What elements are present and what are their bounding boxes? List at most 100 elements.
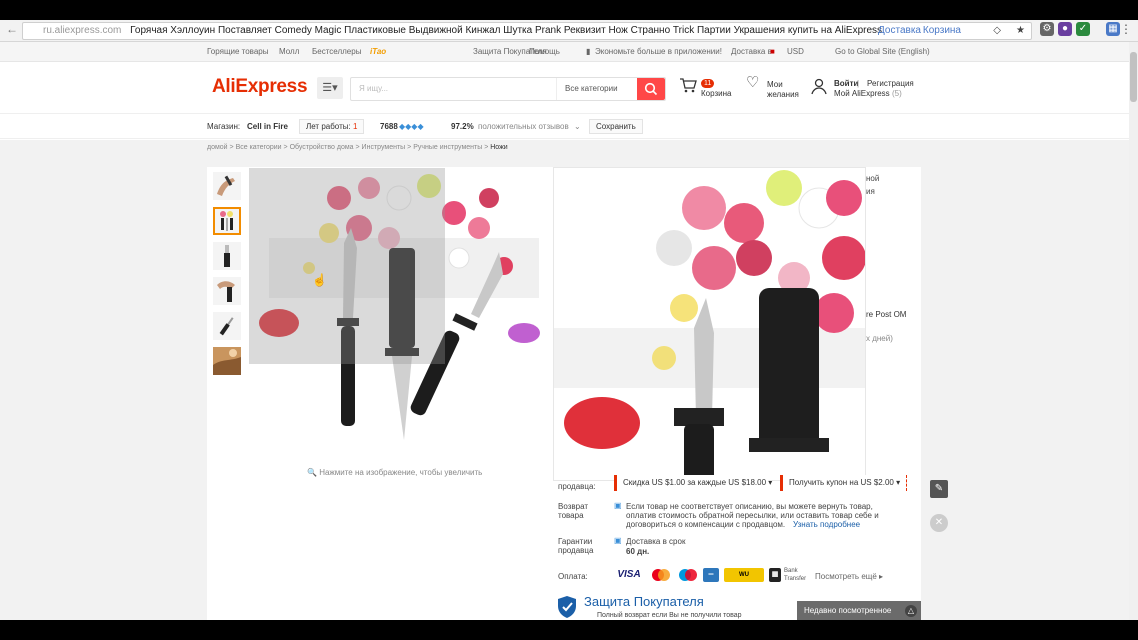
- coupon-1[interactable]: Скидка US $1.00 за каждые US $18.00 ▾: [614, 475, 773, 491]
- letterbox-top: [0, 0, 1138, 20]
- breadcrumb-home-decor[interactable]: Обустройство дома: [290, 144, 354, 151]
- payment-label: Оплата:: [558, 572, 588, 581]
- breadcrumb-all[interactable]: Все категории: [236, 144, 282, 151]
- address-bar[interactable]: ru.aliexpress.com Горячая Хэллоуин Поста…: [22, 22, 1032, 40]
- categories-menu-icon[interactable]: ☰▾: [317, 77, 343, 99]
- page-scrollbar[interactable]: [1129, 42, 1138, 620]
- guarantee-text: Доставка в срок: [626, 537, 686, 546]
- store-label: Магазин:: [207, 122, 241, 131]
- return-label-1: Возврат: [558, 502, 588, 511]
- extension-icon-3[interactable]: ▦: [1106, 22, 1120, 36]
- delivery-days-fragment: х дней): [866, 334, 893, 343]
- product-thumbnail-3[interactable]: [213, 242, 241, 270]
- shipping-method-fragment[interactable]: re Post OM: [866, 310, 906, 319]
- delivery-link[interactable]: Доставка: [878, 23, 921, 39]
- bookmark-star-icon[interactable]: ★: [1016, 23, 1025, 39]
- search-button[interactable]: [637, 78, 665, 100]
- delivery-guarantee-icon: ▣: [614, 536, 622, 545]
- user-icon: [810, 77, 828, 98]
- recently-viewed-button[interactable]: Недавно посмотренное △: [797, 601, 921, 621]
- guarantee-label-1: Гарантии: [558, 537, 593, 546]
- zoom-hint: 🔍 Нажмите на изображение, чтобы увеличит…: [307, 468, 483, 477]
- help-menu[interactable]: Помощь: [529, 47, 560, 56]
- bank-transfer-label-1: Bank: [784, 568, 798, 574]
- product-thumbnail-2-active[interactable]: [213, 207, 241, 235]
- letterbox-bottom: [0, 620, 1138, 640]
- breadcrumb-tools[interactable]: Инструменты: [362, 144, 406, 151]
- extension-icon-2[interactable]: ●: [1058, 22, 1072, 36]
- return-icon: ▣: [614, 501, 622, 510]
- bestsellers-link[interactable]: Бестселлеры: [312, 47, 361, 56]
- address-url[interactable]: ru.aliexpress.com: [23, 25, 121, 36]
- aliexpress-logo[interactable]: AliExpress: [212, 76, 308, 98]
- close-icon[interactable]: ✕: [930, 514, 948, 532]
- product-thumbnail-4[interactable]: [213, 277, 241, 305]
- coupon-2[interactable]: Получить купон на US $2.00 ▾: [780, 475, 908, 491]
- western-union-icon: WU: [724, 568, 764, 582]
- app-promo-link[interactable]: Экономьте больше в приложении!: [595, 47, 722, 56]
- itao-logo[interactable]: iTao: [370, 47, 386, 56]
- breadcrumb-home[interactable]: домой: [207, 144, 228, 151]
- category-select[interactable]: Все категории: [556, 78, 638, 100]
- browser-toolbar: ← ru.aliexpress.com Горячая Хэллоуин Пос…: [0, 20, 1138, 42]
- site-header: AliExpress ☰▾ Я ищу... Все категории 11 …: [0, 63, 1138, 113]
- edit-icon[interactable]: ✎: [930, 480, 948, 498]
- key-icon[interactable]: ◇: [993, 23, 1001, 39]
- my-aliexpress-link[interactable]: Мой AliExpress: [834, 89, 890, 99]
- product-thumbnail-5[interactable]: [213, 312, 241, 340]
- positive-feedback-link[interactable]: положительных отзывов: [478, 122, 569, 131]
- back-icon[interactable]: ←: [6, 22, 18, 36]
- mall-link[interactable]: Молл: [279, 47, 299, 56]
- zoom-lens: [249, 168, 445, 364]
- search-input[interactable]: Я ищу...: [359, 84, 388, 93]
- cart-label[interactable]: Корзина: [701, 89, 731, 99]
- login-link[interactable]: Войти: [834, 79, 858, 89]
- coupon-label: продавца:: [558, 482, 596, 491]
- return-text-3: договориться о компенсации с продавцом.: [626, 520, 786, 529]
- amex-icon: ═: [703, 568, 719, 582]
- hot-deals-link[interactable]: Горящие товары: [207, 47, 269, 56]
- visa-icon: VISA: [617, 569, 641, 580]
- ship-to-selector[interactable]: Доставка в: [731, 47, 772, 56]
- cart-link[interactable]: Корзина: [923, 23, 961, 39]
- store-name-link[interactable]: Cell in Fire: [247, 122, 288, 131]
- save-store-button[interactable]: Сохранить: [589, 119, 643, 134]
- wishlist-label-2[interactable]: желания: [767, 90, 799, 100]
- store-bar: Магазин: Cell in Fire Лет работы: 1 7688…: [0, 113, 1138, 139]
- global-site-link[interactable]: Go to Global Site (English): [835, 47, 930, 56]
- chevron-down-icon[interactable]: ⌄: [574, 122, 581, 131]
- shield-extension-icon[interactable]: ✓: [1076, 22, 1090, 36]
- wishlist-label-1[interactable]: Мои: [767, 80, 783, 90]
- heart-icon[interactable]: ♡: [746, 75, 759, 90]
- currency-selector[interactable]: USD: [787, 47, 804, 56]
- breadcrumb-hand-tools[interactable]: Ручные инструменты: [413, 144, 482, 151]
- site-topbar: Горящие товары Молл Бестселлеры iTao Защ…: [0, 42, 1138, 62]
- product-thumbnail-1[interactable]: [213, 172, 241, 200]
- guarantee-days: 60 дн.: [626, 547, 650, 556]
- page-title-text: Горячая Хэллоуин Поставляет Comedy Magic…: [130, 25, 883, 36]
- russia-flag-icon: ■: [770, 47, 775, 56]
- bank-transfer-label-2: Transfer: [784, 576, 807, 582]
- extension-icon-1[interactable]: ⚙: [1040, 22, 1054, 36]
- mouse-cursor-icon: ☝: [312, 273, 327, 287]
- register-link[interactable]: Регистрация: [867, 79, 914, 89]
- main-product-image[interactable]: [249, 168, 545, 468]
- search-bar: Я ищу... Все категории: [350, 77, 666, 101]
- buyer-protection-subtitle: Полный возврат если Вы не получили товар: [597, 612, 742, 619]
- maestro-icon: [677, 568, 699, 582]
- history-icon: △: [905, 605, 917, 617]
- cart-button[interactable]: [679, 76, 697, 97]
- thumbnail-list: [213, 172, 243, 382]
- more-payment-link[interactable]: Посмотреть ещё ▸: [815, 572, 883, 581]
- learn-more-link[interactable]: Узнать подробнее: [793, 520, 860, 529]
- scrollbar-thumb[interactable]: [1130, 52, 1137, 102]
- browser-menu-icon[interactable]: ⋮: [1120, 22, 1132, 36]
- return-label-2: товара: [558, 511, 584, 520]
- cart-count-badge: 11: [701, 79, 715, 88]
- diamond-rating-icon: ◆◆◆◆: [399, 122, 424, 131]
- return-text-2: оплатив стоимость обратной пересылки, ил…: [626, 511, 879, 520]
- product-thumbnail-6[interactable]: [213, 347, 241, 375]
- store-score: 7688: [380, 122, 398, 131]
- mastercard-icon: [650, 568, 672, 582]
- buyer-protection-title: Защита Покупателя: [584, 594, 704, 609]
